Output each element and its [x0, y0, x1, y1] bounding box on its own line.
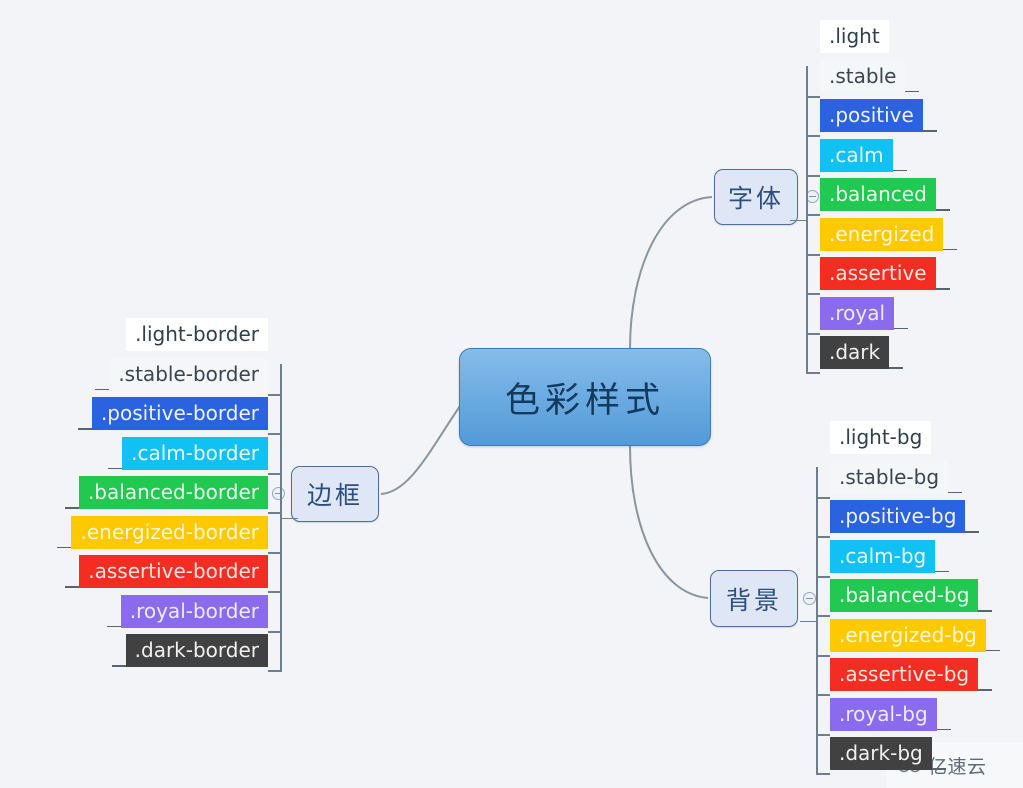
leaf-node-label: .light — [820, 20, 889, 53]
branch-stub — [806, 333, 820, 335]
leaf-node-label: .energized-bg — [830, 618, 986, 652]
leaf-column-background: .light-bg .stable-bg .positive-bg .calm-bg.… — [800, 421, 1000, 777]
leaf-node[interactable]: .calm-border — [71, 436, 268, 477]
leaf-node[interactable]: .stable-border — [71, 357, 268, 398]
leaf-node-label: .positive-border — [91, 397, 268, 430]
leaf-node-label: .royal — [820, 296, 895, 330]
branch-stub — [816, 734, 830, 736]
collapse-toggle-icon-border[interactable] — [272, 487, 285, 500]
root-node-label: 色彩样式 — [504, 380, 665, 421]
branch-spine — [806, 66, 808, 373]
leaf-node[interactable]: .calm-bg — [830, 539, 986, 580]
leaf-node[interactable]: .light-bg — [830, 421, 986, 461]
leaf-column-border: .light-border .stable-border .positive-bor… — [57, 318, 298, 674]
leaf-node[interactable]: .balanced — [820, 178, 950, 218]
branch-stub — [816, 497, 830, 499]
leaf-node-label: .assertive — [820, 257, 936, 290]
leaf-node-label: .dark — [820, 336, 890, 369]
branch-stub — [806, 254, 820, 256]
collapse-toggle-icon-font[interactable] — [806, 190, 819, 203]
root-node[interactable]: 色彩样式 — [459, 348, 711, 446]
branch-stub — [806, 214, 820, 216]
leaf-node-label: .balanced-bg — [830, 579, 979, 612]
branch-node-border[interactable]: 边框 — [291, 466, 379, 522]
leaf-node-label: .royal-bg — [830, 697, 937, 731]
leaf-node[interactable]: .assertive — [820, 257, 950, 297]
mindmap-canvas: 色彩样式 字体 .light .stable .positive .calm .bala… — [0, 0, 1023, 788]
branch-stub — [816, 536, 830, 538]
connector-root-to-font — [629, 196, 713, 350]
branch-stub — [816, 655, 830, 657]
leaf-node-label: .assertive-border — [79, 555, 268, 588]
leaf-node[interactable]: .balanced-border — [65, 476, 268, 516]
branch-connector — [280, 517, 298, 520]
leaf-node[interactable]: .assertive-border — [65, 555, 268, 595]
leaf-node[interactable]: .energized-border — [57, 515, 268, 556]
branch-spine — [280, 364, 282, 671]
leaf-node-label: .assertive-bg — [830, 658, 979, 691]
leaf-node[interactable]: .energized-bg — [830, 618, 1000, 659]
leaf-node-label: .light-bg — [830, 421, 932, 454]
connector-root-to-border — [380, 405, 461, 495]
leaf-node[interactable]: .light-border — [71, 318, 268, 358]
collapse-toggle-icon-background[interactable] — [803, 592, 816, 605]
leaf-node[interactable]: .positive — [820, 99, 943, 139]
leaf-node-label: .stable-bg — [830, 460, 949, 494]
branch-node-border-label: 边框 — [306, 481, 363, 510]
branch-stub — [806, 293, 820, 295]
leaf-node[interactable]: .positive-bg — [830, 500, 986, 540]
leaf-node-label: .royal-border — [120, 594, 268, 628]
branch-stub — [816, 773, 830, 775]
leaf-node-label: .positive-bg — [830, 500, 966, 533]
leaf-node[interactable]: .energized — [820, 217, 957, 258]
branch-spine — [816, 467, 818, 774]
branch-stub — [816, 694, 830, 696]
leaf-node-label: .energized-border — [71, 515, 268, 549]
leaf-node-label: .balanced-border — [78, 476, 268, 509]
leaf-node[interactable]: .royal-bg — [830, 697, 986, 738]
leaf-node-label: .stable — [820, 59, 906, 93]
leaf-node[interactable]: .stable — [820, 59, 943, 100]
leaf-node[interactable]: .light — [820, 20, 943, 60]
leaf-node[interactable]: .royal — [820, 296, 943, 337]
leaf-node[interactable]: .calm — [820, 138, 943, 179]
leaf-node-label: .dark-border — [125, 634, 268, 667]
branch-node-background[interactable]: 背景 — [710, 570, 798, 627]
leaf-node[interactable]: .dark-border — [71, 634, 268, 674]
leaf-node-label: .calm — [820, 138, 893, 172]
branch-stub — [806, 175, 820, 177]
leaf-node-label: .balanced — [820, 178, 936, 211]
leaf-node-label: .energized — [820, 217, 944, 251]
leaf-node-label: .stable-border — [109, 357, 268, 391]
connector-root-to-background — [629, 445, 709, 599]
leaf-node-label: .calm-bg — [830, 539, 936, 573]
leaf-node[interactable]: .dark — [820, 336, 943, 376]
leaf-node-label: .positive — [820, 99, 923, 132]
leaf-node-label: .calm-border — [122, 436, 268, 470]
leaf-column-font: .light .stable .positive .calm .balanced .ene… — [790, 20, 957, 376]
leaf-node-label: .dark-bg — [830, 737, 932, 770]
branch-stub — [816, 576, 830, 578]
leaf-node-label: .light-border — [126, 318, 268, 351]
branch-stub — [806, 372, 820, 374]
leaf-node[interactable]: .assertive-bg — [830, 658, 992, 698]
branch-node-font-label: 字体 — [727, 184, 784, 213]
branch-node-background-label: 背景 — [725, 585, 782, 615]
branch-node-font[interactable]: 字体 — [714, 169, 798, 225]
branch-stub — [806, 96, 820, 98]
branch-stub — [806, 135, 820, 137]
leaf-node[interactable]: .balanced-bg — [830, 579, 992, 619]
leaf-node[interactable]: .stable-bg — [830, 460, 986, 501]
watermark-text: 亿速云 — [928, 755, 987, 778]
leaf-node[interactable]: .positive-border — [71, 397, 268, 437]
branch-stub — [816, 615, 830, 617]
leaf-node[interactable]: .royal-border — [71, 594, 268, 635]
